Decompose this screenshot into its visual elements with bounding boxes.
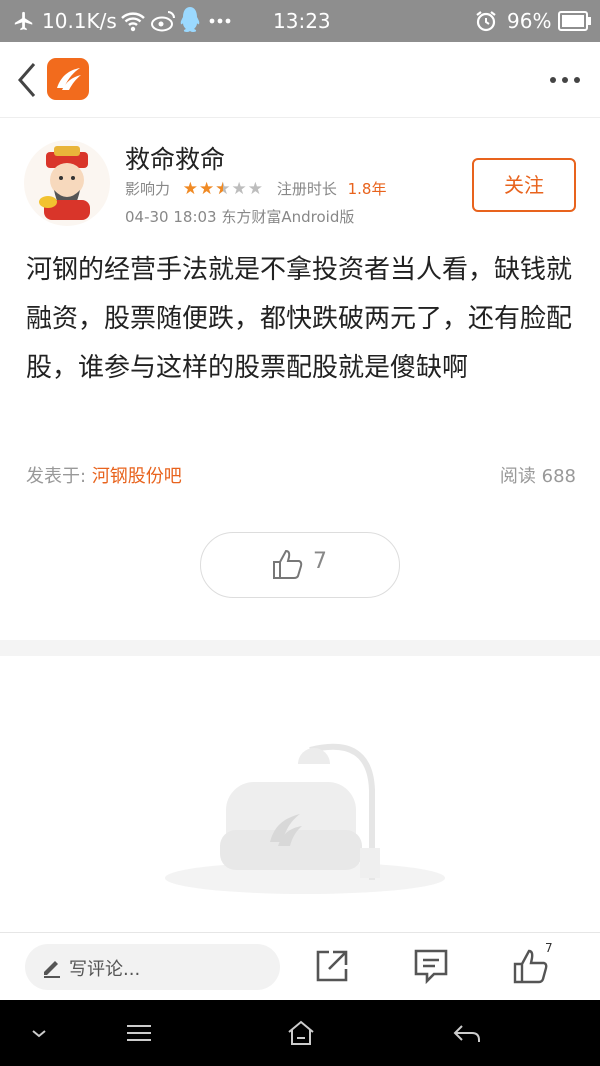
more-dots-icon <box>208 10 232 32</box>
read-value: 688 <box>541 466 576 487</box>
influence-label: 影响力 <box>125 180 171 198</box>
star-icon: ★ <box>199 178 216 199</box>
more-horizontal-icon[interactable] <box>548 72 582 88</box>
pencil-icon <box>41 956 63 978</box>
comment-icon[interactable] <box>412 947 450 985</box>
like-count: 7 <box>313 549 327 574</box>
weibo-icon <box>150 10 176 32</box>
bottom-action-bar: 写评论... 7 <box>0 932 600 1000</box>
reg-label: 注册时长 <box>276 180 337 198</box>
empty-comments-illustration <box>160 730 450 900</box>
influence-stars: ★★★★★★ <box>183 179 264 199</box>
section-divider <box>0 640 600 656</box>
follow-button[interactable]: 关注 <box>472 158 576 212</box>
author-meta: 影响力 ★★★★★★ 注册时长 1.8年 <box>125 178 386 199</box>
star-icon: ★ <box>247 178 265 199</box>
read-count: 阅读 688 <box>500 462 576 488</box>
nav-back-icon[interactable] <box>452 1018 482 1048</box>
stock-bar-link[interactable]: 河钢股份吧 <box>92 466 182 487</box>
back-chevron-icon[interactable] <box>14 60 38 100</box>
reg-value: 1.8年 <box>347 180 387 198</box>
clock: 13:23 <box>273 9 331 33</box>
battery-percent: 96% <box>507 9 552 33</box>
posted-in: 发表于: 河钢股份吧 <box>26 462 182 488</box>
comment-input[interactable]: 写评论... <box>25 944 280 990</box>
thumb-up-icon <box>271 547 305 581</box>
star-icon: ★ <box>231 178 248 199</box>
alarm-icon <box>474 9 498 33</box>
avatar[interactable] <box>24 140 110 226</box>
wifi-icon <box>120 10 146 32</box>
nav-home-icon[interactable] <box>286 1018 316 1048</box>
qq-icon <box>180 6 200 36</box>
status-bar: 10.1K/s 13:23 96% <box>0 0 600 42</box>
nav-collapse-icon[interactable] <box>24 1018 54 1048</box>
like-button[interactable]: 7 <box>200 532 400 598</box>
screen: 10.1K/s 13:23 96% 救命救命 影响力 ★★★ ★★ 注册时长 1… <box>0 0 600 1066</box>
battery-icon <box>558 11 592 31</box>
star-half-icon: ★★ <box>215 178 232 199</box>
system-nav-bar <box>0 1000 600 1066</box>
app-header <box>0 42 600 118</box>
author-name[interactable]: 救命救命 <box>125 140 225 176</box>
star-icon: ★ <box>182 178 200 199</box>
airplane-icon <box>12 10 36 32</box>
eastmoney-logo-icon[interactable] <box>47 58 89 100</box>
read-label: 阅读 <box>499 466 536 487</box>
nav-menu-icon[interactable] <box>124 1018 154 1048</box>
from-label: 发表于: <box>26 466 87 487</box>
network-speed: 10.1K/s <box>42 9 117 33</box>
post-content: 河钢的经营手法就是不拿投资者当人看，缺钱就融资，股票随便跌，都快跌破两元了，还有… <box>26 255 573 383</box>
like-badge: 7 <box>545 941 553 955</box>
post-time: 04-30 18:03 东方财富Android版 <box>125 208 355 226</box>
comment-placeholder: 写评论... <box>69 959 141 980</box>
share-icon[interactable] <box>313 947 351 985</box>
